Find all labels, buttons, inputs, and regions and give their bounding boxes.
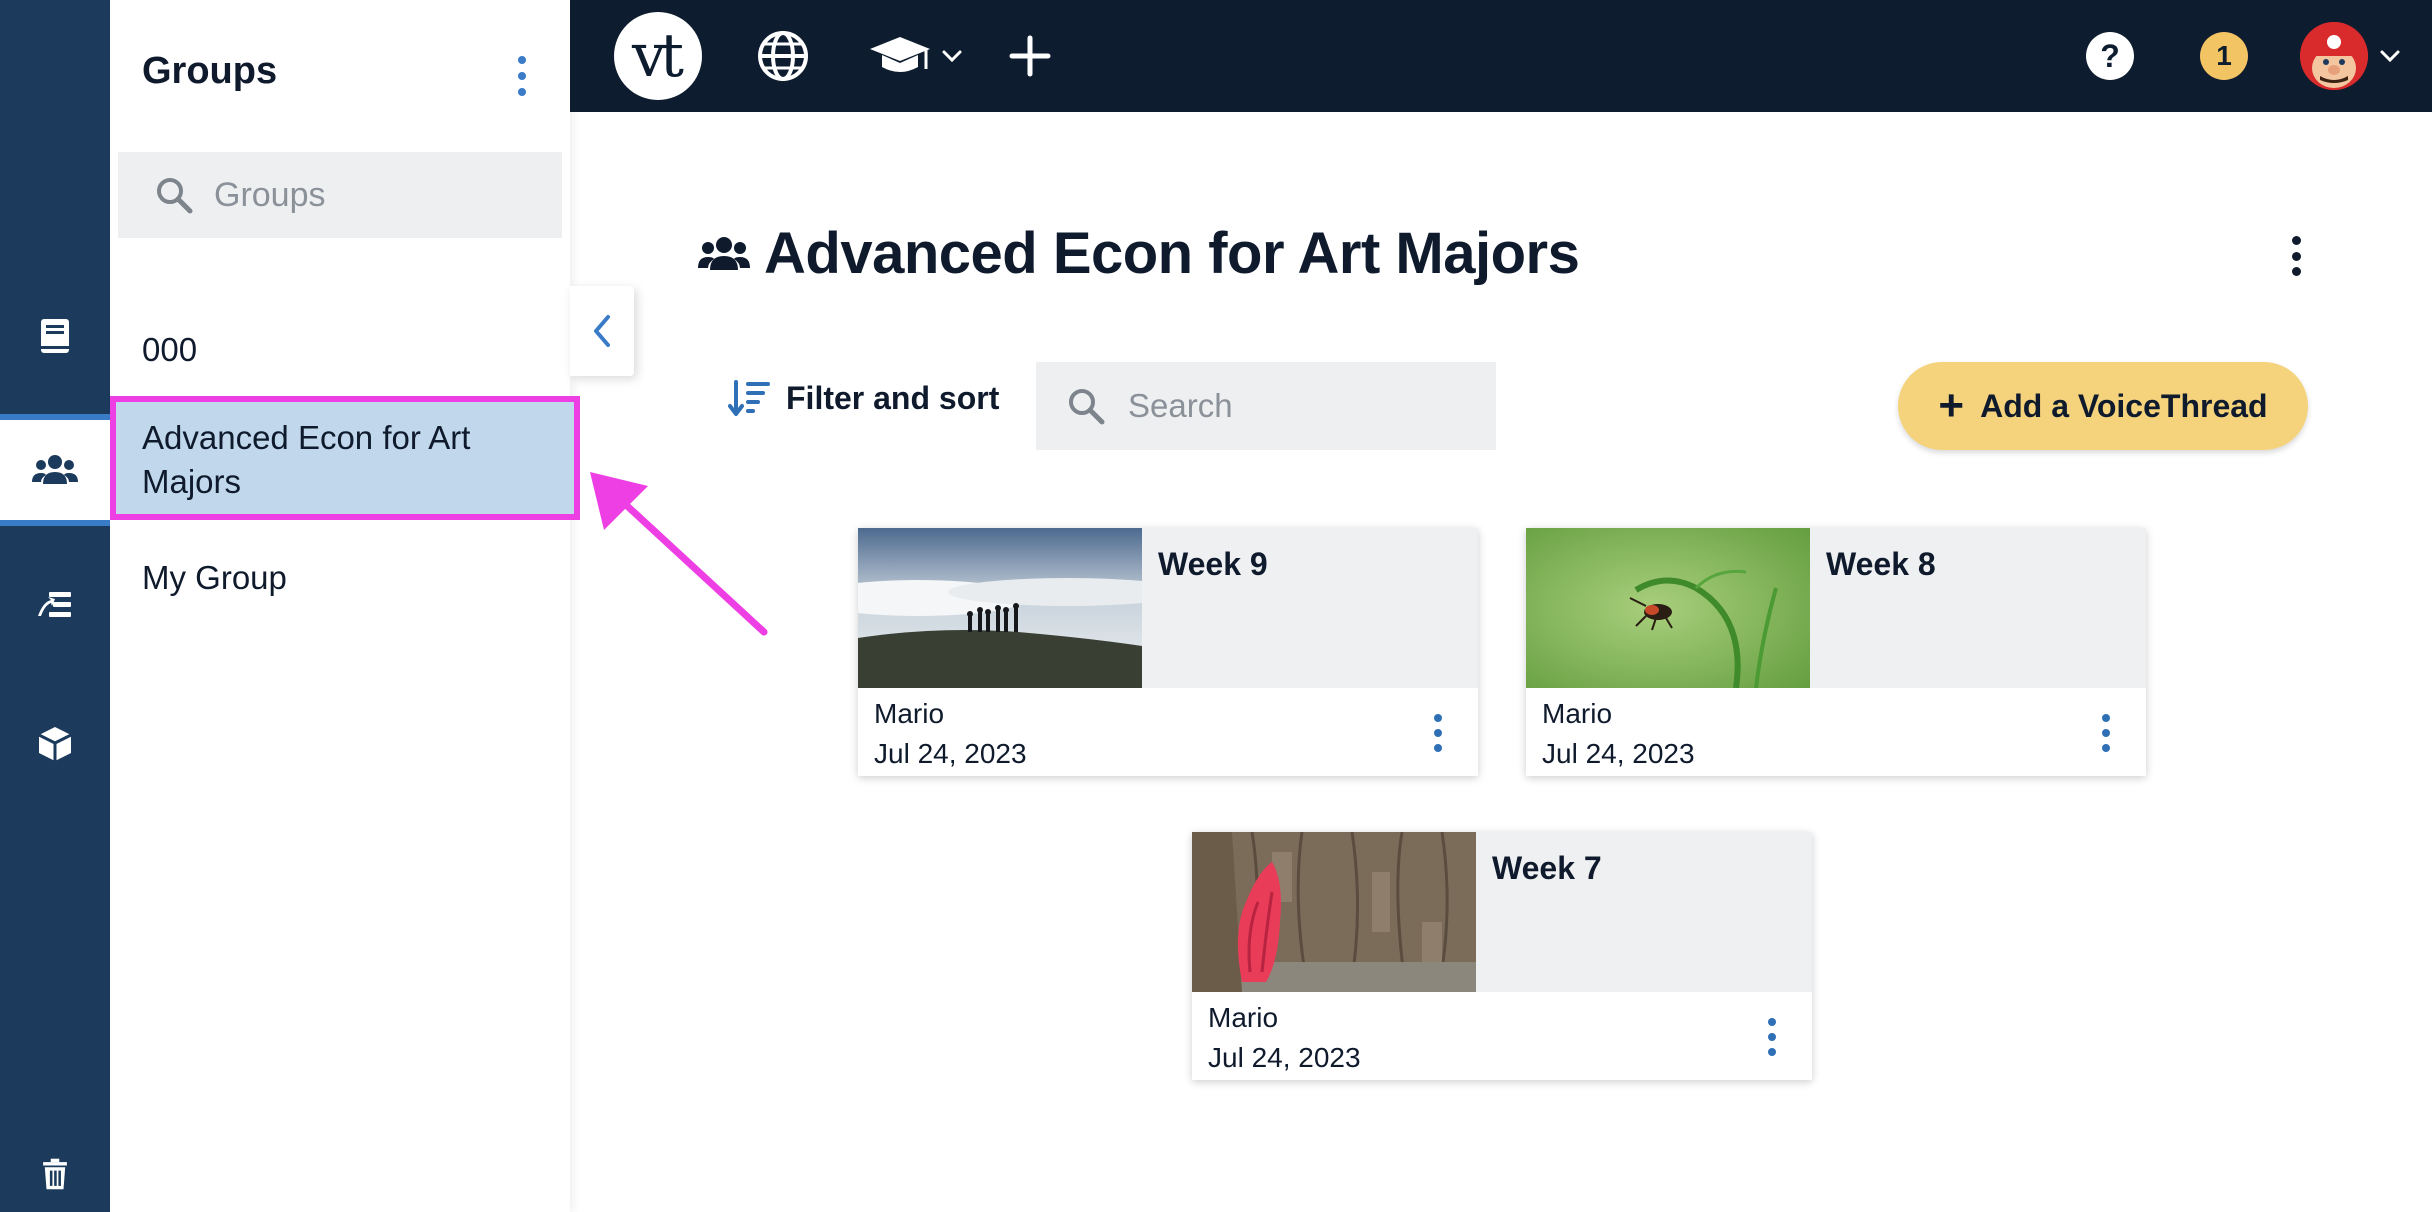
card-title[interactable]: Week 7	[1492, 850, 1602, 887]
book-icon	[41, 319, 69, 353]
groups-panel: Groups 000 Advanced Econ for Art Majors …	[110, 0, 580, 1212]
filter-sort-button[interactable]: Filter and sort	[728, 378, 999, 418]
rail-item-threads[interactable]	[0, 556, 110, 656]
card-date: Jul 24, 2023	[1208, 1042, 1361, 1073]
chevron-down-icon[interactable]	[2378, 44, 2402, 68]
chevron-down-icon	[942, 50, 962, 63]
group-item-000[interactable]: 000	[110, 328, 570, 372]
card-more-icon[interactable]	[1764, 1018, 1780, 1056]
rail-item-apps[interactable]	[0, 694, 110, 794]
card-author: Mario	[1542, 698, 1613, 729]
group-item-my-group[interactable]: My Group	[110, 556, 570, 600]
help-button[interactable]: ?	[2086, 32, 2134, 80]
card-thumbnail[interactable]	[1192, 832, 1476, 992]
plus-icon: +	[1938, 381, 1965, 430]
sort-icon	[728, 380, 770, 416]
search-icon	[157, 178, 193, 214]
notification-badge[interactable]: 1	[2200, 32, 2248, 80]
card-thumbnail[interactable]	[1526, 528, 1810, 688]
voicethread-card-week-8[interactable]: Week 8 Mario Jul 24, 2023	[1526, 528, 2146, 776]
card-thumbnail[interactable]	[858, 528, 1142, 688]
card-more-icon[interactable]	[1430, 714, 1446, 752]
card-date: Jul 24, 2023	[874, 738, 1027, 769]
avatar[interactable]	[2300, 22, 2368, 90]
page-more-icon[interactable]	[2284, 236, 2308, 276]
icon-rail	[0, 0, 110, 1212]
create-button[interactable]	[1008, 28, 1052, 84]
trash-icon	[43, 1158, 67, 1190]
card-date: Jul 24, 2023	[1542, 738, 1695, 769]
card-more-icon[interactable]	[2098, 714, 2114, 752]
group-item-advanced-econ[interactable]: Advanced Econ for Art Majors	[110, 396, 580, 520]
red-plant-by-tree-image	[1192, 832, 1476, 992]
chevron-left-icon	[594, 315, 610, 347]
annotation-arrow	[590, 472, 768, 636]
card-author: Mario	[1208, 1002, 1279, 1033]
globe-icon	[758, 31, 808, 81]
groups-panel-title: Groups	[142, 50, 278, 92]
card-title[interactable]: Week 8	[1826, 546, 1936, 583]
mario-avatar-icon	[2300, 22, 2368, 90]
rail-item-trash[interactable]	[0, 1124, 110, 1212]
page-title: Advanced Econ for Art Majors	[764, 221, 1580, 286]
main-search-input[interactable]	[1128, 387, 1488, 425]
users-icon	[698, 236, 750, 270]
graduation-cap-icon	[870, 37, 930, 72]
search-icon	[1069, 389, 1105, 425]
plus-icon	[1009, 35, 1051, 77]
card-title[interactable]: Week 9	[1158, 546, 1268, 583]
users-icon	[32, 455, 78, 484]
top-bar: vt ? 1	[570, 0, 2432, 112]
thread-icon	[38, 592, 71, 617]
main-search-box[interactable]	[1036, 362, 1496, 450]
rail-item-groups[interactable]	[0, 414, 110, 526]
groups-more-icon[interactable]	[510, 56, 534, 96]
add-voicethread-label: Add a VoiceThread	[1980, 387, 2268, 424]
hikers-on-hill-image	[858, 528, 1142, 688]
courses-menu-button[interactable]	[868, 28, 964, 84]
card-author: Mario	[874, 698, 945, 729]
rail-item-library[interactable]	[0, 286, 110, 386]
filter-sort-label: Filter and sort	[786, 379, 1000, 416]
insect-on-stem-image	[1526, 528, 1810, 688]
page-header: Advanced Econ for Art Majors	[698, 220, 1580, 287]
voicethread-card-week-9[interactable]: Week 9 Mario Jul 24, 2023	[858, 528, 1478, 776]
collapse-panel-button[interactable]	[570, 286, 634, 376]
voicethread-card-week-7[interactable]: Week 7 Mario Jul 24, 2023	[1192, 832, 1812, 1080]
vt-logo[interactable]: vt	[614, 12, 702, 100]
groups-search-input[interactable]	[214, 175, 534, 215]
cube-icon	[38, 727, 72, 761]
add-voicethread-button[interactable]: + Add a VoiceThread	[1898, 362, 2308, 450]
globe-button[interactable]	[756, 28, 810, 84]
groups-search-box[interactable]	[118, 152, 562, 238]
